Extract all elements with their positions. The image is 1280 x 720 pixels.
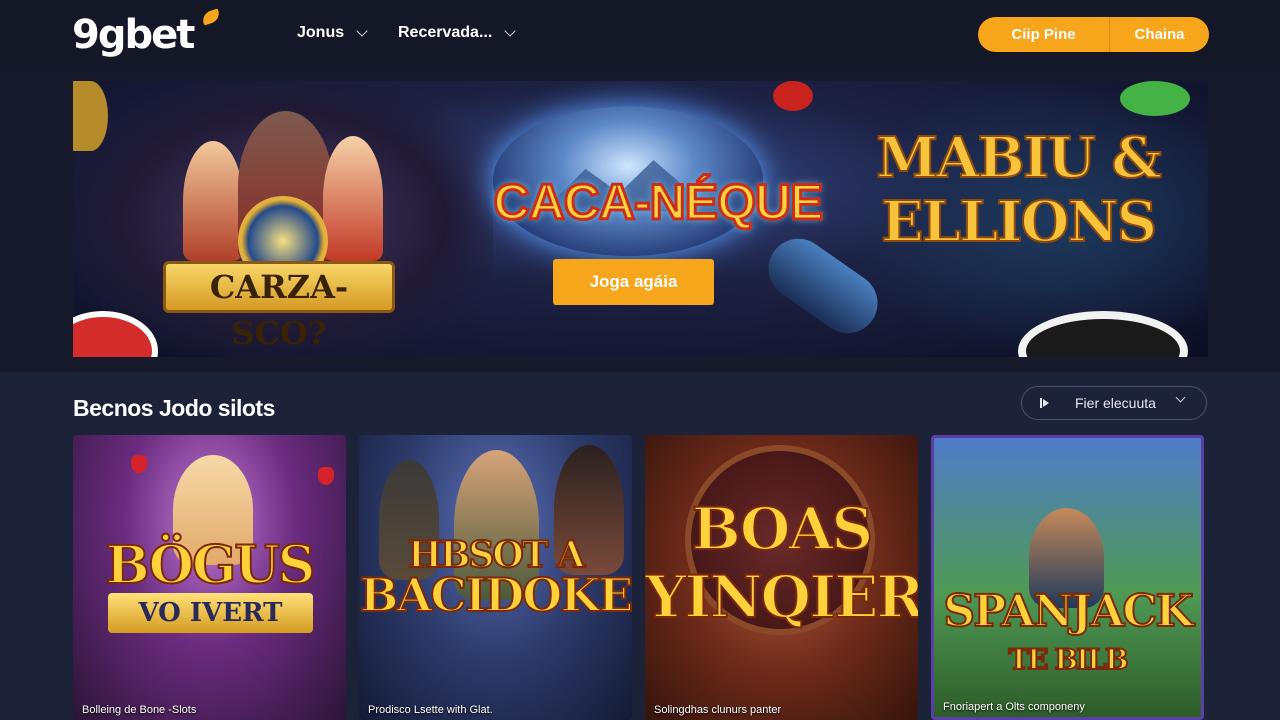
game-card[interactable]: HBSOT A BACIDOKE Prodisco Lsette with Gl…: [359, 435, 632, 720]
banner-right-title: MABIU & ELLIONS: [868, 125, 1168, 255]
logo-bird-icon: [200, 8, 222, 26]
nav-item-jonus[interactable]: Jonus: [297, 24, 368, 42]
game-art-line1: SPANJACK: [942, 586, 1194, 637]
game-art-line2: YINQIER: [645, 562, 918, 632]
strawberry-icon: [318, 467, 334, 485]
nav-item-label: Jonus: [297, 24, 345, 41]
game-caption: Solingdhas clunurs panter: [654, 704, 782, 716]
brand-logo[interactable]: 9gbet: [72, 12, 195, 58]
banner-right-title-line1: MABIU &: [875, 125, 1163, 191]
filter-label: Fier elecuuta: [1075, 395, 1156, 411]
dice-icon: [773, 81, 813, 111]
game-card[interactable]: BOAS YINQIER Solingdhas clunurs panter: [645, 435, 918, 720]
chevron-down-icon: [356, 24, 368, 37]
character-woman-right: [323, 136, 383, 261]
game-card[interactable]: SPANJACK TE BILB Fnoriapert a Olts compo…: [931, 435, 1204, 720]
game-art-title: BOAS YINQIER: [645, 494, 918, 632]
game-card[interactable]: BÖGUS VO IVERT Bolleing de Bone -Slots: [73, 435, 346, 720]
top-header: 9gbet Jonus Recervada... Ciip Pine Chain…: [0, 0, 1280, 70]
banner-title: CACA-NÉQUE: [492, 173, 825, 232]
banner-right-title-line2: ELLIONS: [880, 189, 1158, 255]
game-art-ribbon: VO IVERT: [108, 593, 313, 633]
signup-button[interactable]: Ciip Pine: [978, 17, 1110, 52]
game-art-title: HBSOT A BACIDOKE: [359, 534, 632, 622]
game-art-line2: BACIDOKE: [359, 568, 632, 622]
banner-sign-text: CARZA-SCO?: [163, 261, 395, 352]
play-icon: [1040, 398, 1049, 408]
nav-item-label: Recervada...: [398, 24, 493, 41]
chevron-down-icon: [504, 24, 516, 37]
auth-button-group: Ciip Pine Chaina: [978, 17, 1209, 52]
hero-banner[interactable]: CARZA-SCO? CACA-NÉQUE Joga agáia MABIU &…: [73, 81, 1208, 357]
game-art-line2: TE BILB: [1007, 642, 1129, 677]
nav-item-recervada[interactable]: Recervada...: [398, 24, 516, 42]
section-title: Becnos Jodo silots: [73, 395, 275, 421]
play-now-button[interactable]: Joga agáia: [553, 259, 714, 305]
green-orb-icon: [1120, 81, 1190, 116]
login-button[interactable]: Chaina: [1110, 17, 1209, 52]
character-woman-left: [183, 141, 243, 261]
gold-coin-icon: [73, 81, 108, 151]
game-caption: Fnoriapert a Olts componeny: [943, 701, 1085, 713]
filter-dropdown[interactable]: Fier elecuuta: [1021, 386, 1207, 420]
game-art-title: BÖGUS: [105, 534, 317, 597]
game-caption: Prodisco Lsette with Glat.: [368, 704, 493, 716]
chevron-down-icon: [1175, 392, 1186, 403]
strawberry-icon: [131, 455, 147, 473]
game-art-title: SPANJACK TE BILB: [934, 586, 1201, 684]
game-art-line1: BOAS: [691, 494, 875, 564]
game-caption: Bolleing de Bone -Slots: [82, 704, 197, 716]
